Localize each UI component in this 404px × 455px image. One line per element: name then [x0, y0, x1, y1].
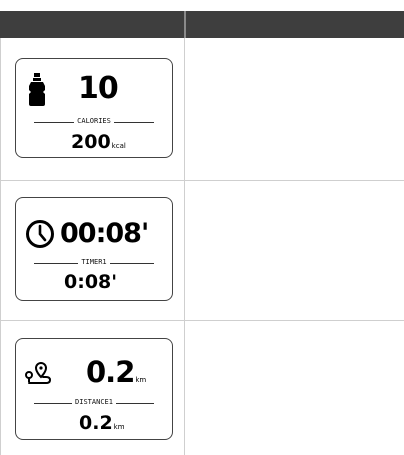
calories-small-value: 200kcal: [71, 131, 126, 153]
column-divider: [184, 38, 185, 455]
calories-big-value: 10: [78, 71, 119, 106]
row-divider-1: [0, 180, 404, 181]
calories-unit: kcal: [111, 142, 126, 150]
timer-label: TIMER1: [16, 258, 172, 266]
calories-display-panel: 10 CALORIES 200kcal: [15, 58, 173, 158]
clock-icon: [26, 220, 54, 248]
calories-label: CALORIES: [16, 117, 172, 125]
distance-big-value: 0.2km: [86, 355, 147, 389]
timer-display-panel: 00:08' TIMER1 0:08': [15, 197, 173, 301]
bottle-icon: [29, 73, 45, 106]
row-divider-2: [0, 320, 404, 321]
table-header: [0, 11, 404, 38]
distance-small-unit: km: [113, 423, 125, 431]
distance-small-value: 0.2km: [79, 412, 125, 434]
distance-display-panel: 0.2km DISTANCE1 0.2km: [15, 338, 173, 440]
table-left-border: [0, 38, 1, 455]
timer-small-value: 0:08': [64, 271, 118, 293]
distance-big-unit: km: [135, 376, 147, 384]
timer-big-value: 00:08': [60, 218, 149, 249]
route-icon: [25, 361, 52, 384]
distance-label: DISTANCE1: [16, 398, 172, 406]
header-divider: [184, 11, 186, 38]
